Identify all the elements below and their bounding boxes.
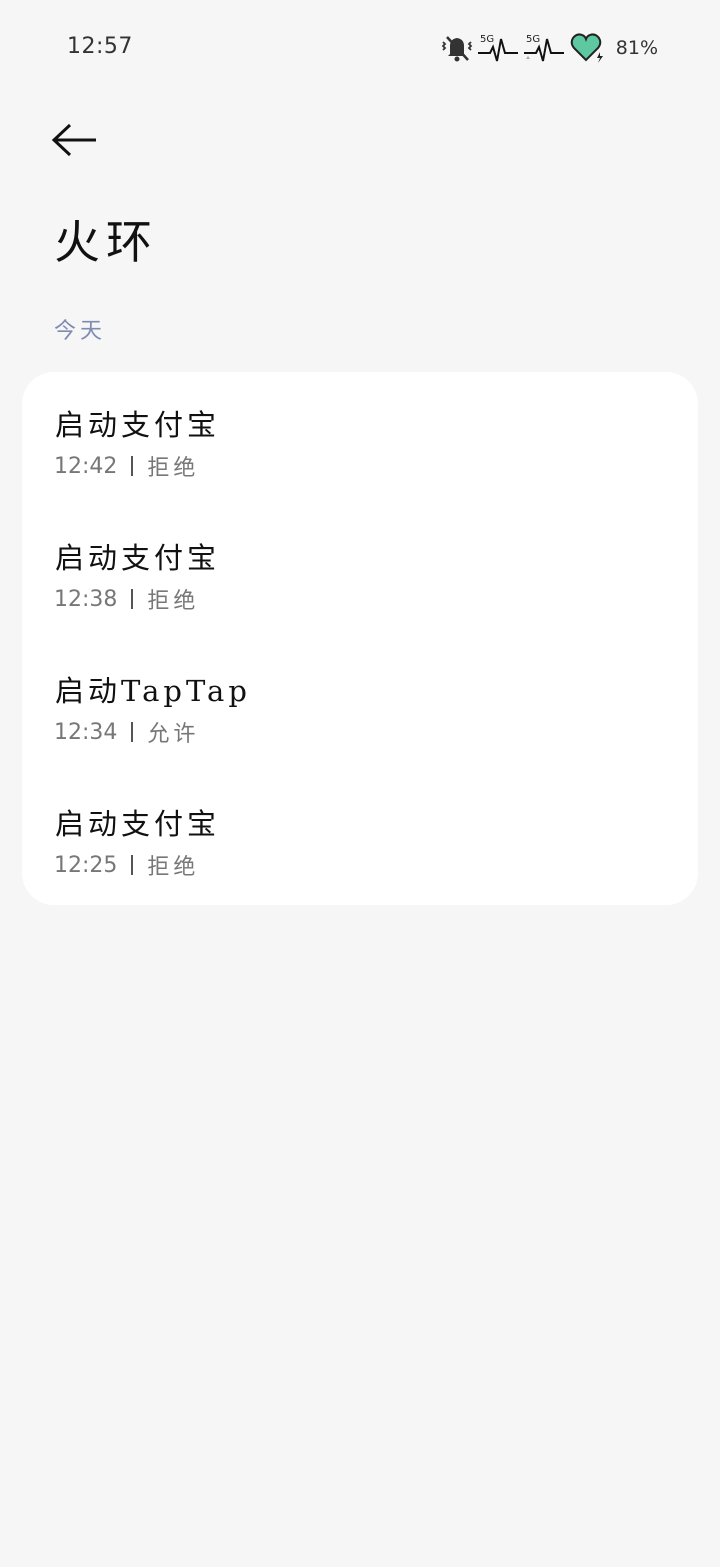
record-time: 12:25 — [54, 852, 118, 878]
list-item[interactable]: 启动TapTap 12:34 允许 — [22, 638, 698, 771]
record-result: 拒绝 — [147, 589, 200, 614]
status-icons: 5G 5G 81% — [440, 30, 658, 66]
record-subtitle: 12:42 拒绝 — [54, 450, 199, 482]
battery-percentage: 81% — [615, 37, 658, 59]
record-subtitle: 12:38 拒绝 — [54, 583, 199, 615]
record-title: 启动支付宝 — [55, 408, 221, 442]
record-time: 12:38 — [54, 586, 118, 612]
arrow-left-icon — [51, 123, 96, 157]
record-title: 启动支付宝 — [55, 807, 221, 841]
heart-battery-icon — [570, 32, 606, 64]
record-result: 允许 — [147, 722, 200, 747]
record-title: 启动支付宝 — [55, 541, 221, 575]
separator — [131, 722, 134, 742]
record-subtitle: 12:34 允许 — [54, 716, 199, 748]
record-time: 12:34 — [54, 719, 118, 745]
signal-5g-icon: 5G — [477, 31, 520, 65]
record-subtitle: 12:25 拒绝 — [54, 849, 199, 881]
signal-label-2: 5G — [526, 34, 540, 45]
list-item[interactable]: 启动支付宝 12:38 拒绝 — [22, 505, 698, 638]
list-item[interactable]: 启动支付宝 12:25 拒绝 — [22, 771, 698, 904]
status-time: 12:57 — [67, 34, 133, 59]
signal-label-1: 5G — [480, 34, 494, 45]
mute-bell-icon — [440, 32, 474, 64]
signal-5g-icon: 5G — [523, 31, 566, 65]
record-title: 启动TapTap — [55, 674, 251, 708]
separator — [131, 456, 134, 476]
separator — [131, 855, 134, 875]
separator — [131, 589, 134, 609]
list-item[interactable]: 启动支付宝 12:42 拒绝 — [22, 372, 698, 505]
record-result: 拒绝 — [147, 456, 200, 481]
record-result: 拒绝 — [147, 855, 200, 880]
record-time: 12:42 — [54, 453, 118, 479]
records-card: 启动支付宝 12:42 拒绝 启动支付宝 12:38 拒绝 启动TapTap 1… — [22, 372, 698, 905]
status-bar: 12:57 5G 5G 81% — [0, 0, 720, 96]
page-title: 火环 — [54, 215, 158, 269]
back-button[interactable] — [46, 114, 102, 166]
section-label-today: 今天 — [54, 319, 107, 344]
